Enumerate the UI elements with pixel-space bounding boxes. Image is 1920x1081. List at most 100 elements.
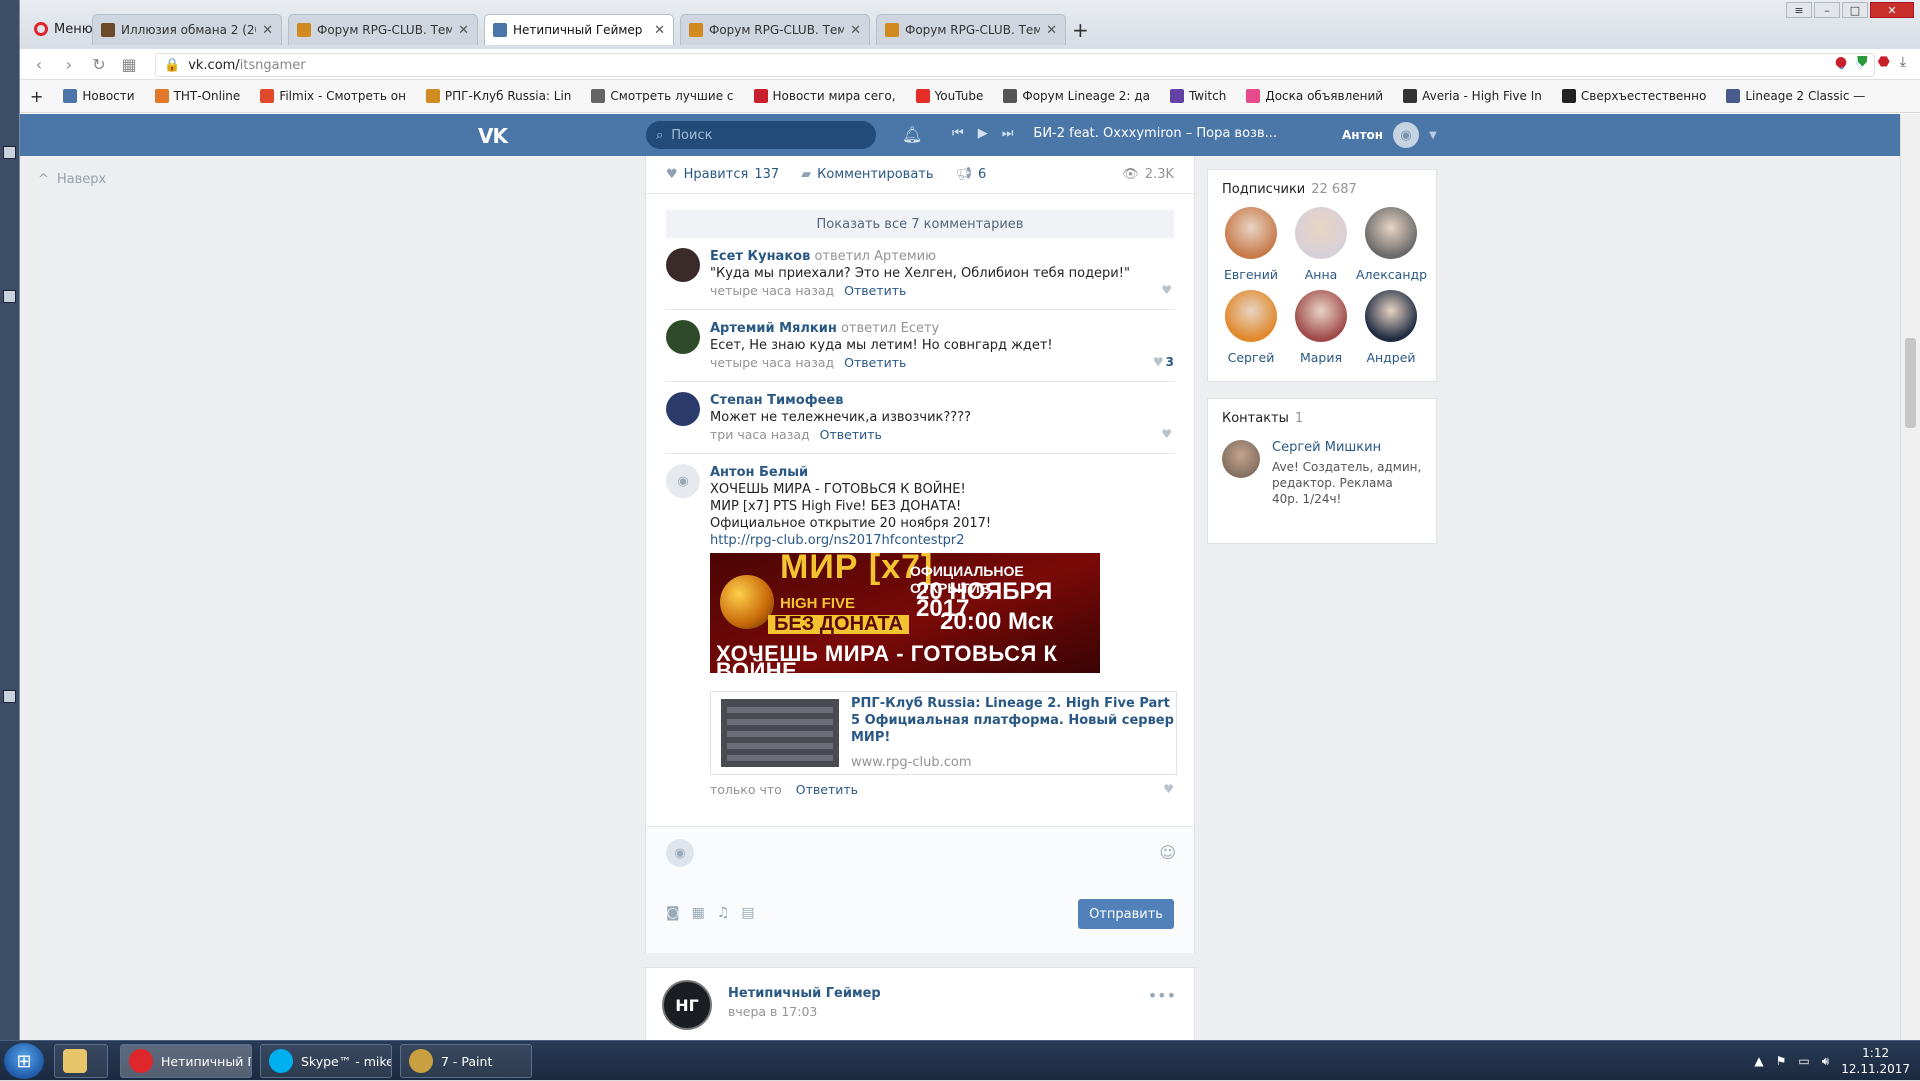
flag-icon[interactable]: ⚑ (1776, 1054, 1787, 1068)
track-title[interactable]: БИ-2 feat. Oxxxymiron – Пора возв... (1033, 126, 1277, 141)
tab[interactable]: Нетипичный Геймер ✕ (484, 14, 674, 45)
new-tab-button[interactable]: + (1072, 18, 1089, 42)
desktop-icon[interactable] (3, 690, 16, 703)
share-icon[interactable]: 📢︎ (956, 167, 973, 182)
bookmark-item[interactable]: Форум Lineage 2: да (993, 89, 1160, 103)
bookmark-item[interactable]: Новости мира сего, (744, 89, 906, 103)
contact-item[interactable]: Сергей Мишкин Ave! Создатель, админ, ред… (1208, 434, 1436, 513)
bookmark-item[interactable]: Twitch (1160, 89, 1236, 103)
taskbar-item[interactable]: Skype™ - mikeloj... (260, 1044, 392, 1078)
desktop-icon[interactable] (3, 290, 16, 303)
comment-icon[interactable]: ▰ (801, 167, 811, 182)
back-button[interactable]: ‹ (24, 55, 54, 74)
bookmark-item[interactable]: РПГ-Клуб Russia: Lin (416, 89, 582, 103)
like-button[interactable]: Нравится (684, 167, 749, 182)
reply-link[interactable]: Ответить (796, 782, 858, 797)
comment-author[interactable]: Артемий Мялкин (710, 321, 837, 336)
next-track-icon[interactable]: ⏭ (1002, 126, 1014, 141)
bookmark-item[interactable]: Доска объявлений (1236, 89, 1393, 103)
comment-author[interactable]: Степан Тимофеев (710, 393, 843, 408)
post-time[interactable]: вчера в 17:03 (728, 1004, 817, 1019)
bell-icon[interactable]: 🔔︎ (902, 125, 922, 144)
avatar[interactable] (666, 248, 700, 282)
download-icon[interactable]: ⤓ (1900, 54, 1906, 70)
vk-logo[interactable]: VK (478, 124, 508, 148)
to-top-button[interactable]: ^ Наверх (38, 172, 106, 187)
tab[interactable]: Форум RPG-CLUB. Тема: М ✕ (288, 14, 478, 45)
heart-icon[interactable]: ♥ 3 (1153, 354, 1174, 371)
close-button[interactable]: ✕ (1870, 2, 1914, 18)
maximize-button[interactable]: □ (1842, 2, 1868, 18)
snippet-title[interactable]: РПГ-Клуб Russia: Lineage 2. High Five Pa… (851, 695, 1176, 746)
bookmark-item[interactable]: ТНТ-Online (145, 89, 251, 103)
video-icon[interactable]: ▦ (692, 905, 705, 921)
scroll-thumb[interactable] (1905, 338, 1916, 428)
shield-icon[interactable]: ⛊ (1857, 54, 1868, 70)
prev-track-icon[interactable]: ⏮ (952, 126, 964, 141)
contact-name[interactable]: Сергей Мишкин (1272, 440, 1422, 455)
subscriber-item[interactable]: Александр (1356, 207, 1427, 282)
taskbar-item[interactable]: Нетипичный Гей... (120, 1044, 252, 1078)
comment-button[interactable]: Комментировать (817, 167, 933, 182)
avatar[interactable] (666, 392, 700, 426)
tab[interactable]: Иллюзия обмана 2 (2016 ✕ (92, 14, 282, 45)
comment-reply-to[interactable]: ответил Артемию (814, 249, 936, 264)
page-scrollbar[interactable] (1900, 114, 1920, 1040)
explorer-taskbar-button[interactable] (54, 1044, 108, 1078)
subscribers-header[interactable]: Подписчики 22 687 (1208, 170, 1436, 205)
bookmark-item[interactable]: Смотреть лучшие с (581, 89, 743, 103)
network-icon[interactable]: ▭ (1798, 1054, 1809, 1068)
promo-banner-image[interactable]: МИР [x7] HIGH FIVE БЕЗ ДОНАТА ОФИЦИАЛЬНО… (710, 553, 1100, 673)
comment-author[interactable]: Есет Кунаков (710, 249, 810, 264)
comment-reply-to[interactable]: ответил Есету (841, 321, 939, 336)
subscriber-item[interactable]: Сергей (1216, 290, 1286, 365)
bookmark-item[interactable]: Filmix - Смотреть он (250, 89, 416, 103)
close-tab-icon[interactable]: ✕ (1046, 23, 1057, 38)
settings-icon[interactable]: ≡ (1786, 2, 1812, 18)
reply-link[interactable]: Ответить (844, 283, 906, 298)
link-snippet[interactable]: РПГ-Клуб Russia: Lineage 2. High Five Pa… (710, 691, 1177, 775)
desktop-icon[interactable] (3, 146, 16, 159)
avatar[interactable]: НГ (662, 980, 712, 1030)
reload-button[interactable]: ↻ (84, 55, 114, 74)
music-icon[interactable]: ♫ (717, 905, 730, 921)
speed-dial-icon[interactable]: ▦ (114, 55, 144, 74)
user-menu[interactable]: Антон ◉ ▼ (1342, 122, 1437, 148)
clock[interactable]: 1:12 12.11.2017 (1841, 1045, 1910, 1077)
close-tab-icon[interactable]: ✕ (458, 23, 469, 38)
chevron-up-icon[interactable]: ▲ (1754, 1054, 1763, 1068)
contacts-header[interactable]: Контакты 1 (1208, 399, 1436, 434)
bookmark-item[interactable]: YouTube (906, 89, 994, 103)
bookmark-item[interactable]: Новости (53, 89, 144, 103)
start-button[interactable]: ⊞ (4, 1043, 44, 1079)
heart-icon[interactable]: ♥ (666, 167, 678, 182)
volume-icon[interactable]: 🔊︎ (1822, 1054, 1830, 1069)
avatar[interactable]: ◉ (666, 464, 700, 498)
close-tab-icon[interactable]: ✕ (654, 23, 665, 38)
minimize-button[interactable]: – (1814, 2, 1840, 18)
reply-link[interactable]: Ответить (844, 355, 906, 370)
photo-icon[interactable]: ◙ (666, 905, 680, 921)
close-tab-icon[interactable]: ✕ (262, 23, 273, 38)
tab[interactable]: Форум RPG-CLUB. Тема: М ✕ (876, 14, 1066, 45)
bookmark-item[interactable]: Lineage 2 Classic — (1716, 89, 1875, 103)
document-icon[interactable]: ▤ (741, 905, 754, 921)
more-icon[interactable]: ••• (1148, 986, 1176, 1005)
adblock-icon[interactable]: ⬣ (1878, 54, 1890, 70)
bookmark-item[interactable]: Averia - High Five In (1393, 89, 1552, 103)
post-author[interactable]: Нетипичный Геймер (728, 986, 881, 1001)
search-input[interactable]: ⌕ Поиск (646, 121, 876, 149)
taskbar-item[interactable]: 7 - Paint (400, 1044, 532, 1078)
heart-icon[interactable]: ♥ (1161, 426, 1174, 443)
comment-author[interactable]: Антон Белый (710, 464, 1174, 481)
show-all-comments-button[interactable]: Показать все 7 комментариев (666, 210, 1174, 238)
heart-icon[interactable]: ♥ (1161, 282, 1174, 299)
url-field[interactable]: 🔒 vk.com/itsngamer 6 ♡ (155, 53, 1875, 77)
opera-menu-button[interactable]: Меню (26, 16, 101, 42)
bookmark-item[interactable]: Сверхъестественно (1552, 89, 1716, 103)
avatar[interactable] (666, 320, 700, 354)
close-tab-icon[interactable]: ✕ (850, 23, 861, 38)
comment-link[interactable]: http://rpg-club.org/ns2017hfcontestpr2 (710, 532, 1174, 549)
reply-link[interactable]: Ответить (820, 427, 882, 442)
tab[interactable]: Форум RPG-CLUB. Тема: М ✕ (680, 14, 870, 45)
